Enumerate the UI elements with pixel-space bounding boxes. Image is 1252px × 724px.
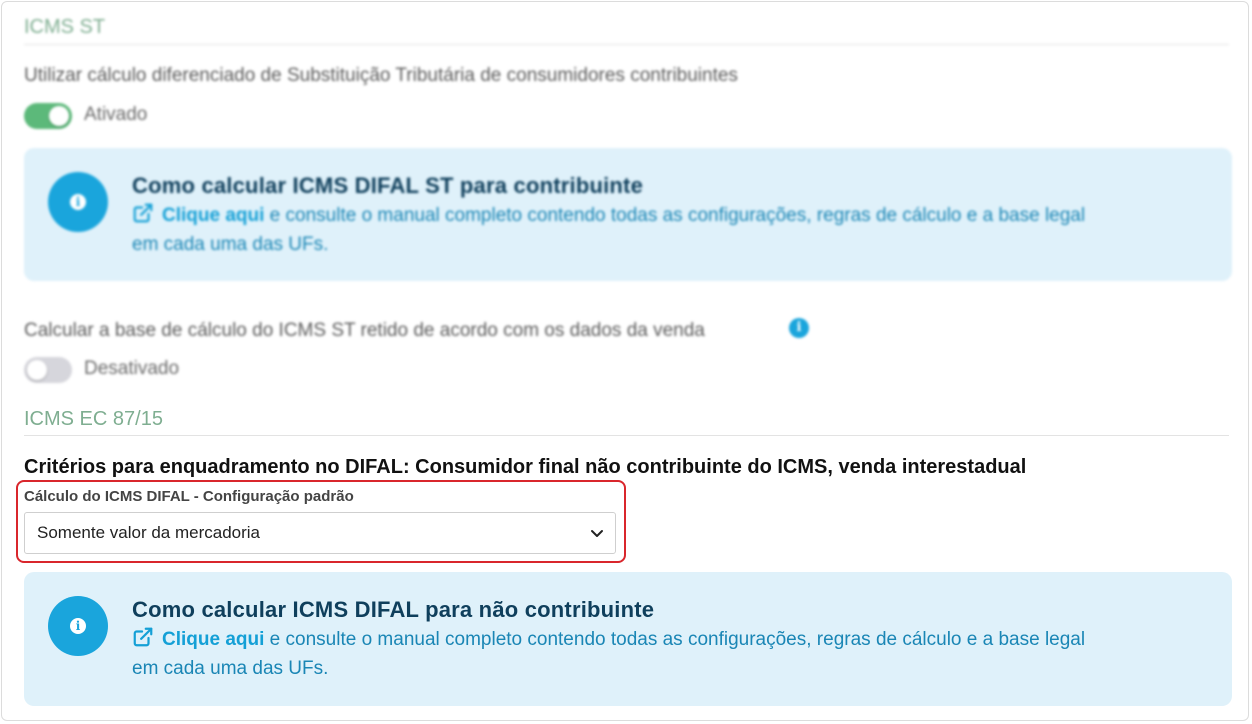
info-body: Clique aqui e consulte o manual completo… [132, 625, 1212, 683]
field-label-difal: Cálculo do ICMS DIFAL - Configuração pad… [24, 488, 354, 505]
info-icon[interactable]: i [789, 318, 809, 338]
toggle-state-desativado: Desativado [84, 358, 180, 379]
info-text: e consulte o manual completo contendo to… [264, 629, 1086, 650]
manual-link[interactable]: Clique aqui [162, 629, 264, 650]
external-link-icon [133, 627, 153, 647]
section-divider [24, 44, 1229, 45]
info-box-nao-contribuinte: i Como calcular ICMS DIFAL para não cont… [24, 572, 1232, 706]
toggle-diferenciado[interactable] [24, 103, 72, 129]
info-box-contribuinte: i Como calcular ICMS DIFAL ST para contr… [24, 148, 1232, 281]
difal-calculation-select[interactable]: Somente valor da mercadoria [24, 512, 616, 554]
option-label-diferenciado: Utilizar cálculo diferenciado de Substit… [24, 65, 738, 86]
toggle-knob [27, 360, 47, 380]
criteria-heading: Critérios para enquadramento no DIFAL: C… [24, 456, 1027, 478]
info-title: Como calcular ICMS DIFAL para não contri… [132, 597, 655, 622]
info-text: e consulte o manual completo contendo to… [264, 205, 1086, 226]
info-icon: i [48, 172, 108, 232]
info-title: Como calcular ICMS DIFAL ST para contrib… [132, 173, 644, 198]
chevron-down-icon [591, 530, 603, 537]
section-title-icms-ec: ICMS EC 87/15 [24, 408, 163, 430]
toggle-knob [49, 106, 69, 126]
external-link-icon [133, 203, 153, 223]
info-icon: i [48, 596, 108, 656]
toggle-base-calculo[interactable] [24, 357, 72, 383]
section-title-icms-st: ICMS ST [24, 16, 106, 38]
toggle-state-ativado: Ativado [84, 104, 148, 125]
section-divider [24, 435, 1229, 436]
info-body: Clique aqui e consulte o manual completo… [132, 201, 1212, 259]
manual-link[interactable]: Clique aqui [162, 205, 264, 226]
info-text-2: em cada uma das UFs. [132, 234, 329, 255]
option-label-base-calculo: Calcular a base de cálculo do ICMS ST re… [24, 320, 705, 341]
select-value: Somente valor da mercadoria [37, 523, 261, 542]
info-text-2: em cada uma das UFs. [132, 658, 329, 679]
